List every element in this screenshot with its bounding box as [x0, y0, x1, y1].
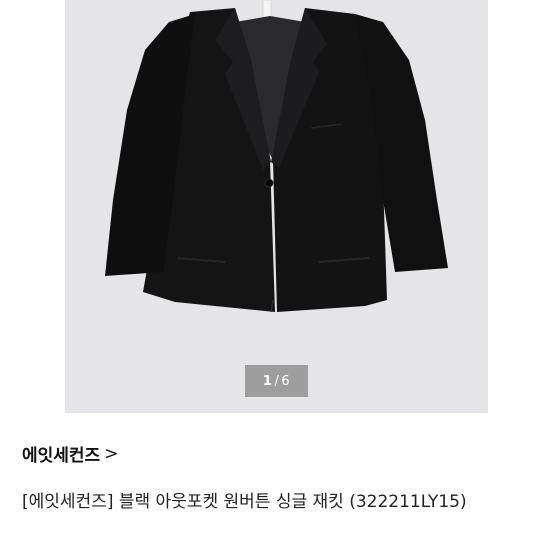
image-pager: 1 / 6	[245, 365, 308, 397]
product-image[interactable]	[65, 0, 488, 413]
pager-current: 1	[262, 373, 273, 389]
brand-link[interactable]: 에잇세컨즈 >	[22, 441, 119, 467]
chevron-right-icon: >	[104, 443, 119, 464]
brand-name: 에잇세컨즈	[22, 446, 101, 466]
product-image-gallery[interactable]: 1 / 6	[65, 0, 488, 413]
product-page: 1 / 6 에잇세컨즈 > [에잇세컨즈] 블랙 아웃포켓 원버튼 싱글 재킷 …	[0, 0, 554, 554]
pager-separator: /	[274, 373, 280, 389]
pager-total: 6	[281, 373, 291, 389]
product-title: [에잇세컨즈] 블랙 아웃포켓 원버튼 싱글 재킷 (322211LY15)	[22, 492, 467, 512]
